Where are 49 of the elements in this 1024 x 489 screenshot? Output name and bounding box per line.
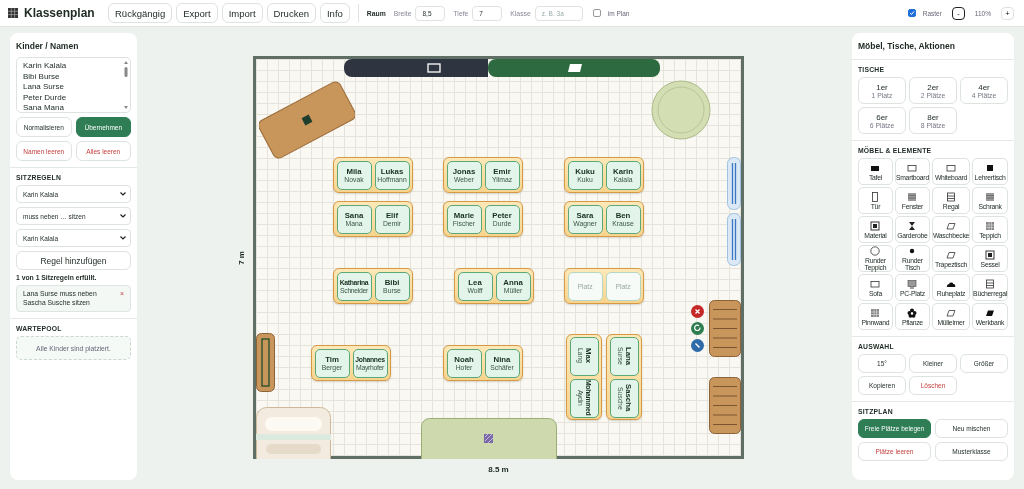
toolbar-button[interactable]: Info bbox=[319, 3, 350, 23]
furniture-icon bbox=[985, 162, 996, 173]
furniture-icon bbox=[870, 220, 881, 231]
panel-title: Möbel, Tische, Aktionen bbox=[858, 41, 956, 51]
furniture-icon bbox=[907, 278, 918, 289]
furniture-icon bbox=[907, 162, 918, 173]
window[interactable] bbox=[727, 157, 741, 210]
toolbar-button[interactable]: Export bbox=[176, 3, 218, 23]
furniture-icon bbox=[907, 307, 918, 318]
panel-title: Kinder / Namen bbox=[16, 41, 80, 51]
close-icon[interactable] bbox=[691, 305, 704, 318]
furniture-icon bbox=[946, 220, 956, 231]
cabinet[interactable] bbox=[256, 333, 275, 392]
room-depth-label: 7 m bbox=[235, 250, 247, 265]
toolbar-button[interactable]: Rückgängig bbox=[108, 3, 173, 23]
resize-icon[interactable] bbox=[691, 339, 704, 352]
furniture-icon bbox=[985, 249, 996, 260]
chevron-icon bbox=[120, 214, 126, 218]
furniture-icon bbox=[907, 191, 918, 202]
furniture-icon bbox=[907, 220, 918, 231]
grid-icon bbox=[8, 8, 18, 18]
furniture-icon bbox=[985, 278, 996, 289]
checkbox[interactable] bbox=[592, 9, 601, 17]
chevron-icon bbox=[120, 236, 126, 240]
shelf[interactable] bbox=[709, 377, 741, 434]
window[interactable] bbox=[727, 213, 741, 266]
furniture-icon bbox=[985, 220, 996, 231]
names-textarea[interactable]: Karin Kalala Bibi Burse Lana Surse Peter Durde Sana Mana bbox=[16, 57, 131, 113]
furniture-icon bbox=[985, 191, 996, 202]
toolbar-button[interactable]: Import bbox=[221, 3, 263, 23]
chevron-icon bbox=[120, 192, 126, 196]
furniture-icon bbox=[946, 249, 956, 260]
furniture-icon bbox=[946, 307, 956, 318]
toolbar-button[interactable]: Drucken bbox=[266, 3, 316, 23]
checkbox[interactable] bbox=[907, 9, 916, 17]
furniture-icon bbox=[870, 246, 881, 256]
furniture-icon bbox=[870, 191, 881, 202]
furniture-icon bbox=[870, 307, 881, 318]
furniture-icon bbox=[946, 191, 956, 202]
furniture-icon bbox=[946, 162, 956, 173]
app-title: Klassenplan bbox=[24, 6, 95, 20]
rotate-icon[interactable] bbox=[691, 322, 704, 335]
wall-board[interactable] bbox=[488, 59, 660, 77]
furniture-icon bbox=[870, 278, 881, 289]
scrollbar[interactable] bbox=[124, 61, 128, 109]
wall-board[interactable] bbox=[344, 59, 488, 77]
add-rule-button[interactable]: Regel hinzufügen bbox=[16, 251, 131, 270]
shelf[interactable] bbox=[709, 300, 741, 357]
room-width-label: 8.5 m bbox=[488, 465, 509, 474]
